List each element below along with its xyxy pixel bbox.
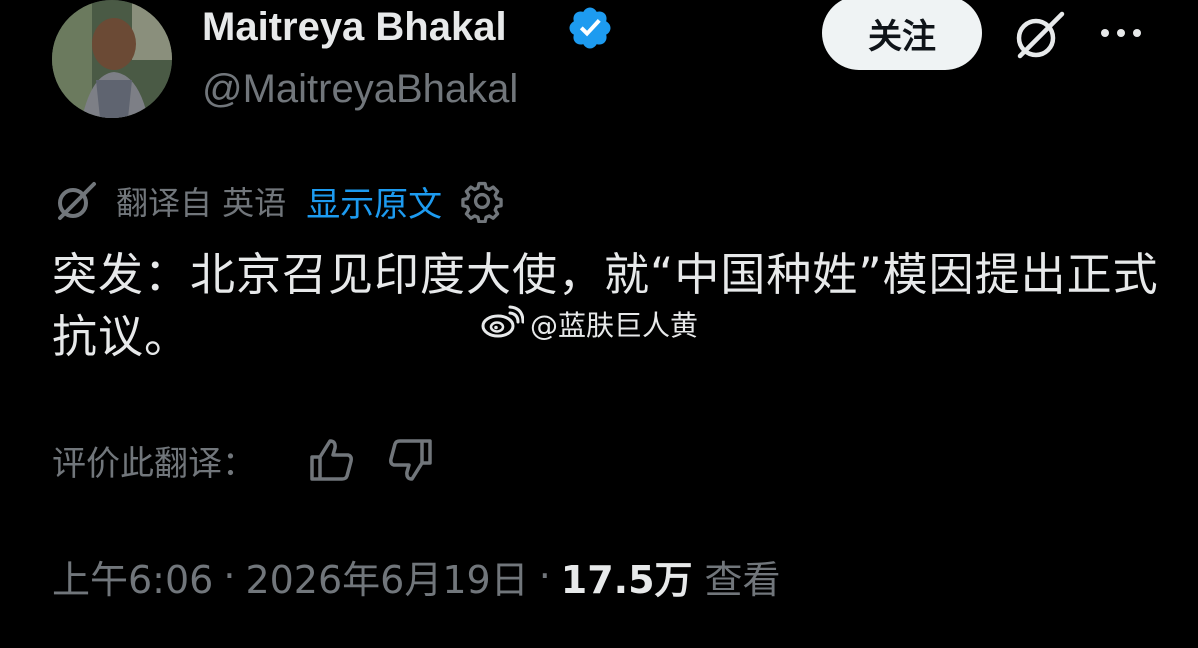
views-label: 查看 [704,557,781,602]
watermark-text: @蓝肤巨人黄 [530,309,699,342]
more-options-icon[interactable] [1096,22,1146,44]
verified-badge-icon [566,4,614,52]
weibo-logo-icon [480,305,525,343]
author-name[interactable]: Maitreya Bhakal [202,2,507,52]
avatar[interactable] [52,0,172,118]
thumbs-up-icon[interactable] [308,437,354,483]
translated-from-label: 翻译自 英语 [116,184,287,222]
separator: · [538,554,551,598]
watermark: @蓝肤巨人黄 [480,304,698,344]
tweet-date[interactable]: 2026年6月19日 [245,549,528,604]
rate-translation-bar: 评价此翻译： [52,430,434,490]
follow-button[interactable]: 关注 [822,0,982,70]
gear-icon[interactable] [460,179,504,224]
separator: · [223,554,236,598]
rate-translation-label: 评价此翻译： [52,443,256,484]
author-handle[interactable]: @MaitreyaBhakal [202,64,518,114]
show-original-link[interactable]: 显示原文 [306,177,442,226]
grok-icon[interactable] [1010,8,1066,64]
translation-bar: 翻译自 英语 显示原文 [52,176,504,226]
tweet-time[interactable]: 上午6:06 [52,549,213,604]
view-count: 17.5万 [560,557,693,602]
grok-translate-icon [52,178,98,224]
thumbs-down-icon[interactable] [388,437,434,483]
tweet-meta: 上午6:06 · 2026年6月19日 · 17.5万 查看 [52,546,781,606]
